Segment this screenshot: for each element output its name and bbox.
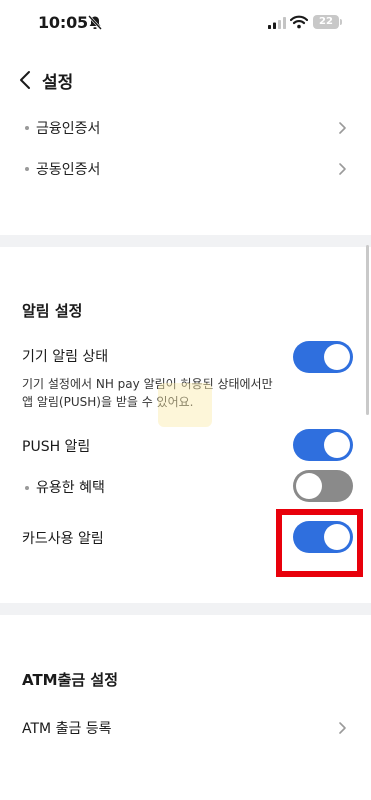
device-status-toggle[interactable] [293, 341, 353, 373]
section-divider [0, 235, 371, 247]
cellular-signal-icon [268, 17, 286, 29]
battery-icon: 22 [313, 15, 339, 29]
status-bar: 10:05 22 [0, 0, 371, 48]
card-usage-label: 카드사용 알림 [22, 531, 104, 547]
description-line: 기기 설정에서 NH pay 알림이 허용된 상태에서만 [22, 377, 273, 391]
scrollbar[interactable] [366, 245, 369, 415]
push-label: PUSH 알림 [22, 439, 91, 455]
chevron-right-icon [339, 122, 346, 134]
toggle-knob [296, 473, 322, 499]
battery-level: 22 [319, 16, 333, 27]
bell-slash-icon [88, 15, 102, 30]
page-title: 설정 [42, 73, 74, 93]
benefits-toggle[interactable] [293, 470, 353, 502]
section-title-atm: ATM출금 설정 [22, 671, 119, 689]
device-status-description: 기기 설정에서 NH pay 알림이 허용된 상태에서만 앱 알림(PUSH)을… [22, 375, 292, 411]
watermark-logo [158, 383, 212, 427]
atm-register-label: ATM 출금 등록 [22, 721, 112, 737]
bullet-dot [25, 486, 29, 490]
battery-cap [340, 19, 342, 25]
cert-item-financial[interactable]: 금융인증서 [0, 108, 371, 148]
bullet-dot [25, 167, 29, 171]
cert-item-joint[interactable]: 공동인증서 [0, 149, 371, 189]
cert-item-label: 금융인증서 [36, 121, 101, 137]
highlight-box [276, 509, 363, 577]
back-button[interactable] [14, 66, 38, 94]
section-divider [0, 603, 371, 615]
push-toggle[interactable] [293, 429, 353, 461]
description-line: 앱 알림(PUSH)을 받을 수 있어요. [22, 395, 194, 409]
device-status-label: 기기 알림 상태 [22, 349, 109, 365]
status-time: 10:05 [38, 13, 88, 32]
toggle-knob [324, 344, 350, 370]
section-title-notifications: 알림 설정 [22, 302, 83, 320]
bullet-dot [25, 126, 29, 130]
chevron-right-icon [339, 163, 346, 175]
toggle-knob [324, 432, 350, 458]
chevron-right-icon [339, 722, 346, 734]
wifi-icon [290, 15, 308, 29]
atm-register-row[interactable]: ATM 출금 등록 [0, 708, 371, 748]
cert-item-label: 공동인증서 [36, 162, 101, 178]
benefits-label: 유용한 혜택 [36, 480, 105, 496]
